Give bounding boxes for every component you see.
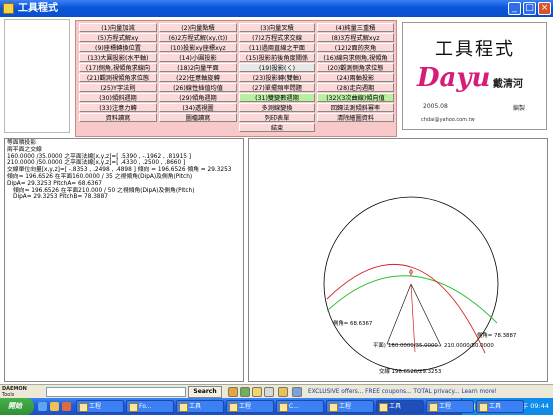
app-icon: [3, 3, 14, 14]
menu-button-2-0[interactable]: (9)座標轉換位置: [79, 43, 157, 52]
toolbar-strip: DAEMON Tools Search EXCLUSIVE offers... …: [0, 384, 553, 398]
pole-line-b: [410, 283, 442, 347]
label-plane-a: 160.0000/35.0000: [388, 343, 438, 349]
stereonet-pane: 側角= 68.6367 側角= 78.3887 平面) 160.0000/35.…: [248, 138, 548, 382]
menu-button-5-0[interactable]: (21)觀測視傾角求位態: [79, 73, 157, 82]
menu-button-0-1[interactable]: (2)向量點積: [159, 23, 237, 32]
minimize-button[interactable]: _: [508, 2, 521, 15]
intersection-line: [410, 283, 416, 353]
window-title: 工具程式: [18, 3, 58, 14]
menu-button-9-0[interactable]: 資料讀寫: [79, 113, 157, 122]
menu-button-2-2[interactable]: (11)過兩直線之平面: [239, 43, 315, 52]
menu-button-3-1[interactable]: (14)小圓投影: [159, 53, 237, 62]
menu-button-8-0[interactable]: (33)注意力轉: [79, 103, 157, 112]
logo-panel: 工具程式 Dayu 戴清河 2005.08 編製 chdai@yahoo.com…: [402, 22, 547, 130]
menu-button-6-1[interactable]: (26)線性插值均值: [159, 83, 237, 92]
stereonet-svg: 側角= 68.6367 側角= 78.3887 平面) 160.0000/35.…: [323, 196, 516, 375]
menu-button-9-3[interactable]: 清除繪圖資料: [317, 113, 394, 122]
menu-button-9-1[interactable]: 圖檔讀寫: [159, 113, 237, 122]
taskbar: 開始 下午 09:44 工程 Fo... 工具 工程 C... 工程 工具 工程 工具: [0, 398, 553, 415]
logo-role: 編製: [513, 105, 526, 112]
screen: 工具程式 _ □ × (1)向量加減 (2)向量點積 (3)向量叉積 (4)純量三重積…: [0, 0, 553, 415]
taskbar-task[interactable]: 工程: [76, 400, 124, 413]
quicklaunch-media-icon[interactable]: [62, 402, 71, 411]
menu-button-6-3[interactable]: (28)走向週期: [317, 83, 394, 92]
title-bar: 工具程式 _ □ ×: [0, 0, 553, 17]
menu-button-6-2[interactable]: (27)單擺頻率問題: [239, 83, 315, 92]
taskbar-task[interactable]: 工具: [376, 400, 424, 413]
menu-button-7-1[interactable]: (29)傾角週期: [159, 93, 237, 102]
taskbar-task[interactable]: 工程: [226, 400, 274, 413]
menu-button-0-2[interactable]: (3)向量叉積: [239, 23, 315, 32]
menu-button-7-0[interactable]: (30)傾斜週期: [79, 93, 157, 102]
menu-button-5-2[interactable]: (23)投影轉(雙軸): [239, 73, 315, 82]
menu-button-3-3[interactable]: (16)線向求側角,視傾角: [317, 53, 394, 62]
label-intersection: 交線 196.6526/29.3253: [379, 367, 441, 375]
menu-button-2-1[interactable]: (10)投影xy座標xyz: [159, 43, 237, 52]
menu-button-0-0[interactable]: (1)向量加減: [79, 23, 157, 32]
daemon-tools-logo: DAEMON Tools: [2, 386, 27, 398]
menu-button-1-1[interactable]: (6)2方程式解(xy,(t)): [159, 33, 237, 42]
menu-button-8-3[interactable]: 回歸法測傾斜幂率: [317, 103, 394, 112]
menu-button-3-2[interactable]: (15)投影前後角度關係: [239, 53, 315, 62]
exit-button[interactable]: 結束: [239, 123, 315, 132]
plane-b-trace: [326, 263, 486, 354]
pole-line-a: [386, 283, 412, 345]
label-pitch-b: 側角= 78.3887: [477, 331, 516, 339]
menu-button-7-2[interactable]: (31)雙變數週期: [239, 93, 315, 102]
menu-button-5-3[interactable]: (24)兩軸投影: [317, 73, 394, 82]
menu-button-3-0[interactable]: (13)大圓投影(水平軸): [79, 53, 157, 62]
menu-button-1-2[interactable]: (7)2方程式求交線: [239, 33, 315, 42]
quicklaunch-folder-icon[interactable]: [50, 402, 59, 411]
menu-button-7-3[interactable]: (32)(3次曲線)傾向值: [317, 93, 394, 102]
menu-button-4-2[interactable]: (19)投影(ㄑ): [239, 63, 315, 72]
start-button[interactable]: 開始: [0, 398, 34, 415]
logo-year: 2005.08: [423, 103, 448, 110]
menu-button-0-3[interactable]: (4)純量三重積: [317, 23, 394, 32]
label-pitch-a: 側角= 68.6367: [333, 319, 372, 327]
label-plane-b: 210.0000/50.0000: [444, 343, 494, 349]
taskbar-task[interactable]: 工程: [426, 400, 474, 413]
logo-wordmark: Dayu: [417, 63, 491, 93]
menu-button-4-3[interactable]: (20)觀測側角求位態: [317, 63, 394, 72]
close-button[interactable]: ×: [538, 2, 551, 15]
taskbar-task[interactable]: 工具: [176, 400, 224, 413]
ad-banner[interactable]: EXCLUSIVE offers... FREE coupons... TOTA…: [308, 387, 546, 397]
toolbar-icon-1[interactable]: [228, 387, 238, 397]
quicklaunch-ie-icon[interactable]: [38, 402, 47, 411]
result-line: DipA= 29.3253 PitchB= 78.3887: [13, 194, 108, 201]
results-pane[interactable]: 等面積投影 兩平面之交線 160.0000 /35.0000 之平面法線[x,y,z…: [4, 138, 244, 382]
toolbar-icon-2[interactable]: [240, 387, 250, 397]
search-button[interactable]: Search: [188, 386, 222, 398]
menu-button-2-3[interactable]: (12)2面的夾角: [317, 43, 394, 52]
maximize-button[interactable]: □: [523, 2, 536, 15]
taskbar-task[interactable]: 工具: [476, 400, 524, 413]
menu-button-6-0[interactable]: (25)Y字法則: [79, 83, 157, 92]
search-input[interactable]: [46, 387, 186, 397]
menu-button-1-0[interactable]: (5)方程式解xy: [79, 33, 157, 42]
toolbar-icon-6[interactable]: [292, 387, 302, 397]
menu-button-4-0[interactable]: (17)側角,視傾角求線向: [79, 63, 157, 72]
menu-button-4-1[interactable]: (18)2向量平面: [159, 63, 237, 72]
menu-button-9-2[interactable]: 列印表單: [239, 113, 315, 122]
menu-button-1-3[interactable]: (8)3方程式解xyz: [317, 33, 394, 42]
taskbar-task[interactable]: C...: [276, 400, 324, 413]
menu-button-8-1[interactable]: (34)透視圖: [159, 103, 237, 112]
function-menu: (1)向量加減 (2)向量點積 (3)向量叉積 (4)純量三重積 (5)方程式解xy (6…: [75, 20, 397, 137]
logo-author: 戴清河: [493, 79, 523, 90]
menu-button-5-1[interactable]: (22)任意軸旋轉: [159, 73, 237, 82]
taskbar-task[interactable]: Fo...: [126, 400, 174, 413]
toolbar-icon-5[interactable]: [278, 387, 288, 397]
toolbar-icon-3[interactable]: [252, 387, 262, 397]
label-plane-prefix: 平面): [373, 342, 386, 349]
logo-email: chdai@yahoo.com.tw: [421, 117, 475, 123]
toolbar-icon-4[interactable]: [264, 387, 274, 397]
menu-button-8-2[interactable]: 多測線變換: [239, 103, 315, 112]
taskbar-task[interactable]: 工程: [326, 400, 374, 413]
logo-title: 工具程式: [435, 39, 515, 60]
blank-panel: [4, 19, 70, 133]
